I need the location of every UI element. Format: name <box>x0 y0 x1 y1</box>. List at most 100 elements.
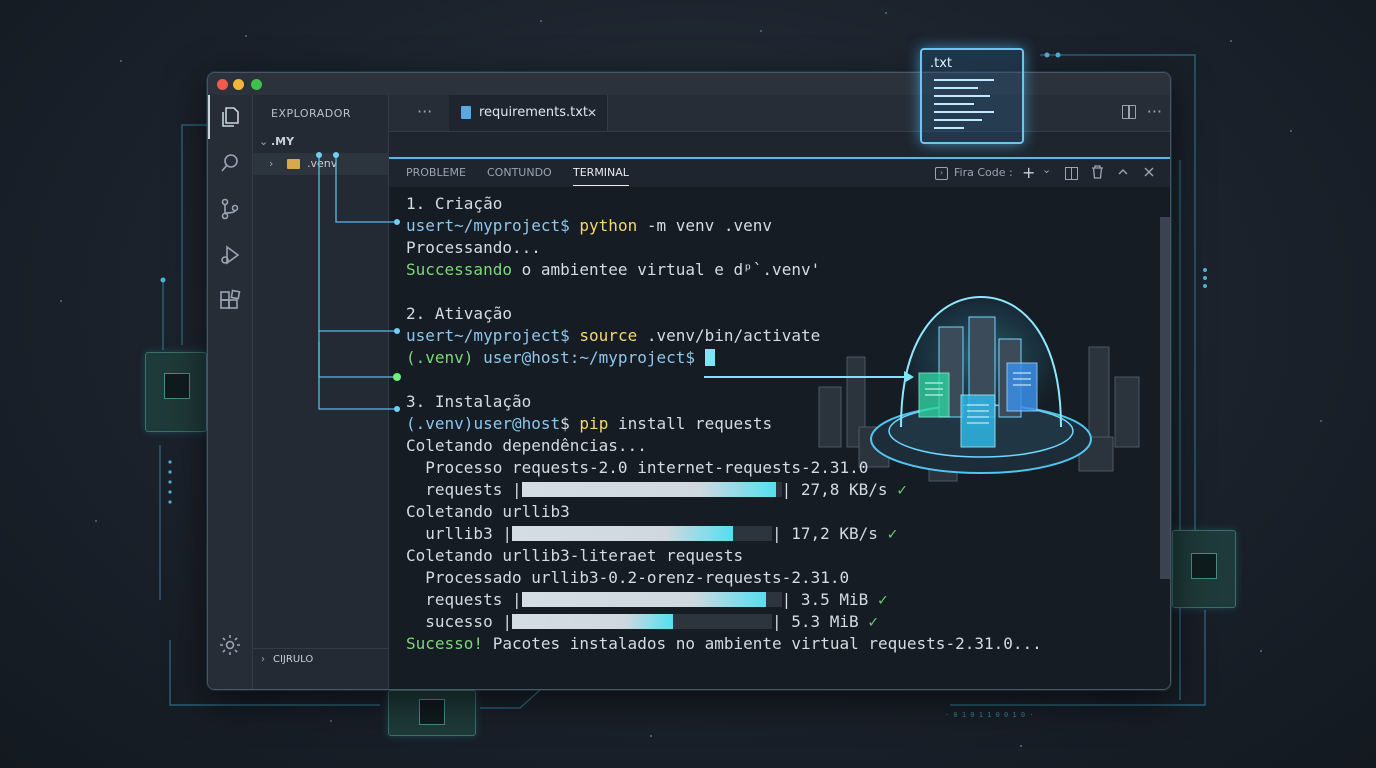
chevron-down-icon: ⌄ <box>259 135 269 148</box>
check-icon: ✓ <box>887 524 898 543</box>
explorer-title: EXPLORADOR <box>271 107 352 120</box>
progress-label: sucesso <box>425 612 493 631</box>
command-line-activate: usert~/myproject$ source .venv/bin/activ… <box>406 326 820 345</box>
step-1-heading: 1. Criação <box>406 194 503 213</box>
progress-fill <box>521 482 777 497</box>
command-name: python <box>579 216 638 235</box>
add-terminal-icon[interactable]: + <box>1022 159 1035 187</box>
circuit-chip-right <box>1172 530 1236 608</box>
progress-bar <box>511 614 772 629</box>
progress-row: urllib3 | | 17,2 KB/s ✓ <box>425 524 898 543</box>
file-extension-label: .txt <box>930 56 953 71</box>
svg-text:· 0 1 0 1 1 0 0 1 0 ·: · 0 1 0 1 1 0 0 1 0 · <box>945 711 1034 719</box>
run-debug-icon[interactable] <box>218 243 242 267</box>
command-args: .venv/bin/activate <box>637 326 821 345</box>
success-rest: Pacotes instalados no ambiente virtual r… <box>483 634 1042 653</box>
trash-icon[interactable] <box>1091 165 1104 182</box>
prompt-user: user@host <box>473 414 561 433</box>
progress-bar <box>521 482 782 497</box>
final-success-line: Sucesso! Pacotes instalados no ambiente … <box>406 634 1042 653</box>
gear-icon[interactable] <box>218 633 242 657</box>
progress-label: requests <box>425 590 503 609</box>
editor-tabs: ··· requirements.txt ✕ ··· <box>389 95 1170 132</box>
progress-fill <box>521 592 766 607</box>
editor-more-button[interactable]: ··· <box>1147 95 1162 129</box>
prompt-path: :~/myproject$ <box>569 348 695 367</box>
extensions-icon[interactable] <box>218 289 242 313</box>
sidebar-section-footer[interactable]: › CIJRULO <box>253 648 388 671</box>
split-terminal-icon[interactable] <box>1065 167 1078 180</box>
check-icon: ✓ <box>877 590 888 609</box>
footer-section-label: CIJRULO <box>273 654 314 665</box>
prompt-user: user@host <box>473 348 570 367</box>
title-bar <box>208 73 1170 95</box>
venv-tag: (.venv) <box>406 348 474 367</box>
maximize-window-button[interactable] <box>251 79 262 90</box>
files-icon[interactable] <box>218 105 242 129</box>
processed-line: Processado urllib3-0.2-orenz-requests-2.… <box>406 568 850 587</box>
close-panel-icon[interactable] <box>1143 166 1155 181</box>
progress-row: sucesso | | 5.3 MiB ✓ <box>425 612 878 631</box>
tab-requirements[interactable]: requirements.txt ✕ <box>449 95 608 131</box>
progress-bar <box>511 526 772 541</box>
progress-label: urllib3 <box>425 524 493 543</box>
circuit-chip-bottom <box>388 690 476 736</box>
panel-header: PROBLEME CONTUNDO TERMINAL › Fira Code :… <box>389 157 1170 188</box>
tab-problems[interactable]: PROBLEME <box>406 159 466 187</box>
minimize-window-button[interactable] <box>233 79 244 90</box>
editor-window: EXPLORADOR ⌄ .MY › .venv › CIJRULO ··· r… <box>207 72 1171 690</box>
processing-line: Processando... <box>406 238 541 257</box>
subfolder-label: .venv <box>307 157 338 170</box>
progress-row: requests | | 27,8 KB/s ✓ <box>425 480 907 499</box>
tab-output[interactable]: CONTUNDO <box>487 159 552 187</box>
prompt-user: usert~/myproject$ <box>406 326 570 345</box>
chevron-right-icon: › <box>261 654 265 665</box>
terminal-cursor <box>704 349 715 366</box>
step-3-heading: 3. Instalação <box>406 392 532 411</box>
success-word: Successando <box>406 260 512 279</box>
collecting-deps-line: Coletando dependências... <box>406 436 647 455</box>
folder-icon <box>287 159 300 169</box>
progress-row: requests | | 3.5 MiB ✓ <box>425 590 888 609</box>
file-icon <box>461 106 471 119</box>
tree-folder-my[interactable]: ⌄ .MY <box>253 131 388 153</box>
collecting-urllib-line: Coletando urllib3 <box>406 502 570 521</box>
folder-label: .MY <box>271 135 295 148</box>
process-line: Processo requests-2.0 internet-requests-… <box>406 458 869 477</box>
progress-fill <box>511 526 733 541</box>
terminal-icon: › <box>935 167 948 180</box>
tabs-more-button[interactable]: ··· <box>417 95 432 129</box>
command-name: pip <box>579 414 609 433</box>
progress-value: 17,2 KB/s <box>791 524 878 543</box>
tab-close-icon[interactable]: ✕ <box>587 95 597 131</box>
search-icon[interactable] <box>218 151 242 175</box>
shell-selector[interactable]: Fira Code : <box>954 159 1013 187</box>
terminal-output[interactable]: 1. Criação usert~/myproject$ python -m v… <box>316 152 1170 689</box>
venv-tag: (.venv) <box>406 414 474 433</box>
chevron-right-icon: › <box>269 157 274 170</box>
activity-bar <box>208 95 253 689</box>
close-window-button[interactable] <box>217 79 228 90</box>
split-editor-icon[interactable] <box>1122 105 1136 119</box>
check-icon: ✓ <box>868 612 878 631</box>
check-icon: ✓ <box>897 480 907 499</box>
step-2-heading: 2. Ativação <box>406 304 512 323</box>
prompt-dollar: $ <box>560 414 570 433</box>
document-lines <box>934 79 994 129</box>
progress-fill <box>511 614 674 629</box>
floating-txt-file-icon: .txt <box>920 48 1024 144</box>
prompt-user: usert~/myproject$ <box>406 216 570 235</box>
success-rest: o ambientee virtual e dᵖ`.venv' <box>511 260 821 279</box>
tab-terminal[interactable]: TERMINAL <box>573 161 629 186</box>
source-control-icon[interactable] <box>218 197 242 221</box>
progress-bar <box>521 592 782 607</box>
command-line-install: (.venv)user@host$ pip install requests <box>406 414 772 433</box>
chevron-down-icon[interactable]: ⌄ <box>1042 156 1051 184</box>
active-indicator <box>208 95 212 139</box>
circuit-chip-left <box>145 352 207 432</box>
maximize-panel-icon[interactable] <box>1117 166 1129 181</box>
command-args: install requests <box>608 414 773 433</box>
active-prompt-line: (.venv) user@host:~/myproject$ <box>406 348 715 367</box>
tree-folder-venv[interactable]: › .venv <box>253 153 388 175</box>
success-create-line: Successando o ambientee virtual e dᵖ`.ve… <box>406 260 820 279</box>
